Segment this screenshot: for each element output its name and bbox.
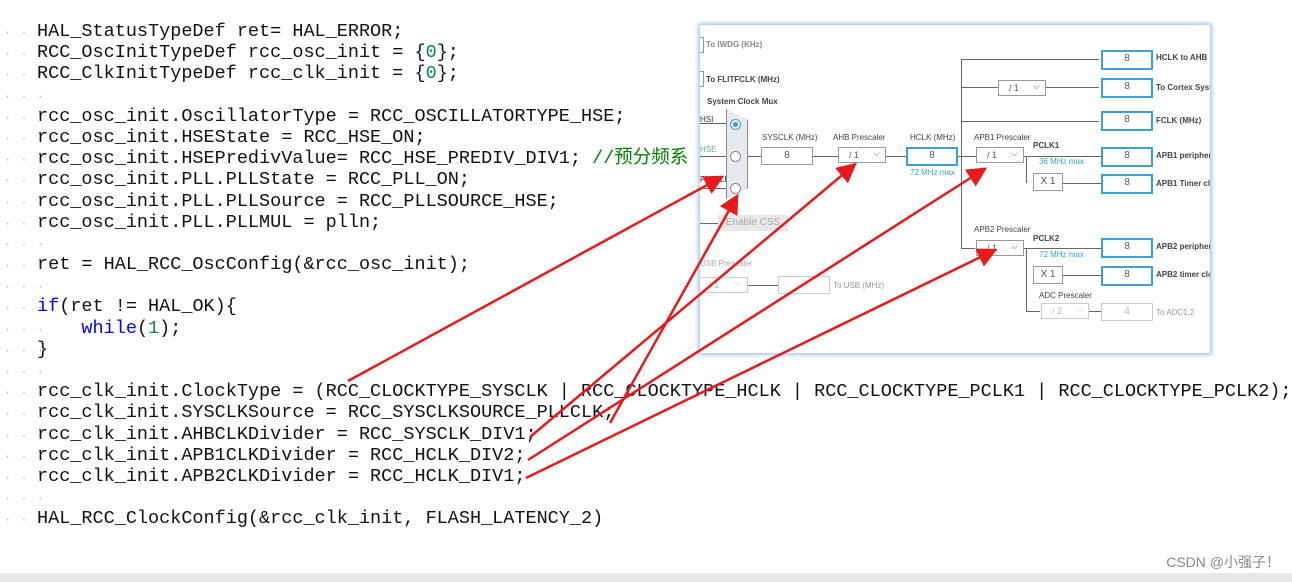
annotation-arrows [347,162,998,480]
arrow-apb1-to-prescaler [527,167,988,462]
horizontal-scrollbar[interactable] [0,573,1292,582]
watermark: CSDN @小强子！ [1166,554,1280,570]
arrow-sysclksource-to-mux [608,193,739,424]
arrow-apb2-to-prescaler [525,248,998,480]
arrow-clocktype-to-pllclk [347,175,725,383]
